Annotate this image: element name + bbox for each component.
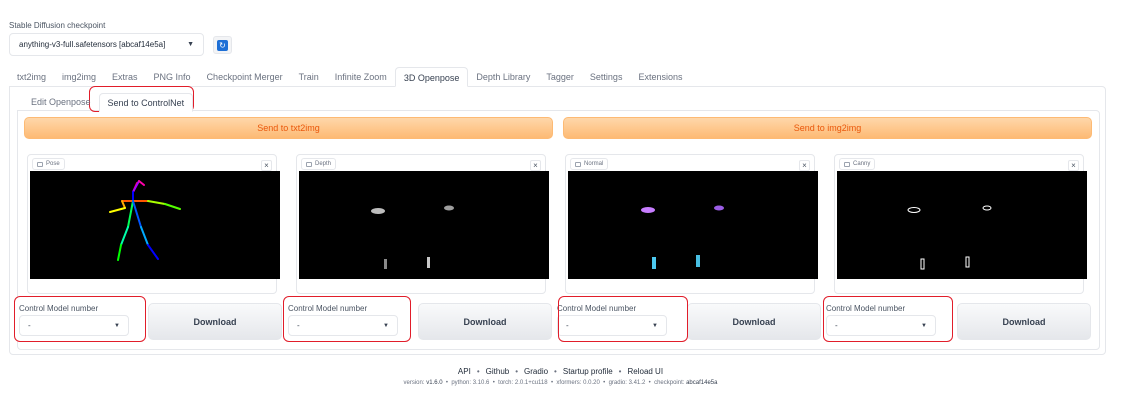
- clear-image-button[interactable]: ×: [530, 160, 541, 171]
- checkpoint-label: Stable Diffusion checkpoint: [9, 21, 106, 30]
- normal-image-badge: Normal: [570, 158, 609, 170]
- checkpoint-value: anything-v3-full.safetensors [abcaf14e5a…: [19, 40, 166, 49]
- tab-3d-openpose[interactable]: 3D Openpose: [394, 67, 469, 87]
- control-model-number-3: Control Model number - ▼: [555, 298, 683, 342]
- control-model-number-4: Control Model number - ▼: [824, 298, 952, 342]
- subtab-edit-openpose[interactable]: Edit Openpose: [23, 93, 99, 112]
- image-icon: [306, 161, 312, 167]
- pose-image-badge: Pose: [32, 158, 65, 170]
- send-to-txt2img-button[interactable]: Send to txt2img: [24, 117, 553, 139]
- control-model-number-1: Control Model number - ▼: [17, 298, 145, 342]
- pose-image-box: Pose ×: [27, 154, 280, 294]
- chevron-down-icon: ▼: [114, 322, 120, 329]
- image-icon: [844, 161, 850, 167]
- refresh-icon: ↻: [217, 39, 228, 51]
- depth-image-box: Depth ×: [296, 154, 549, 294]
- chevron-down-icon: ▼: [187, 41, 194, 48]
- control-model-label: Control Model number: [288, 304, 368, 313]
- footer-link-reload-ui[interactable]: Reload UI: [627, 367, 663, 376]
- chevron-down-icon: ▼: [652, 322, 658, 329]
- depth-image-badge: Depth: [301, 158, 337, 170]
- send-to-img2img-button[interactable]: Send to img2img: [563, 117, 1092, 139]
- openpose-subtabs: Edit Openpose Send to ControlNet: [23, 92, 194, 112]
- canny-image: [837, 171, 1087, 279]
- depth-image: [299, 171, 549, 279]
- normal-image: [568, 171, 818, 279]
- tab-checkpoint-merger[interactable]: Checkpoint Merger: [199, 67, 291, 87]
- tab-train[interactable]: Train: [291, 67, 327, 87]
- footer-link-startup-profile[interactable]: Startup profile: [563, 367, 613, 376]
- main-tabs: txt2img img2img Extras PNG Info Checkpoi…: [9, 66, 690, 87]
- checkpoint-dropdown[interactable]: anything-v3-full.safetensors [abcaf14e5a…: [9, 33, 204, 56]
- subtab-send-to-controlnet[interactable]: Send to ControlNet: [98, 93, 194, 112]
- chevron-down-icon: ▼: [383, 322, 389, 329]
- canny-image-badge: Canny: [839, 158, 876, 170]
- tab-settings[interactable]: Settings: [582, 67, 631, 87]
- chevron-down-icon: ▼: [921, 322, 927, 329]
- tab-tagger[interactable]: Tagger: [538, 67, 582, 87]
- download-normal-button[interactable]: Download: [687, 303, 821, 340]
- control-model-label: Control Model number: [19, 304, 99, 313]
- clear-image-button[interactable]: ×: [799, 160, 810, 171]
- canny-image-box: Canny ×: [834, 154, 1087, 294]
- clear-image-button[interactable]: ×: [261, 160, 272, 171]
- tab-infinite-zoom[interactable]: Infinite Zoom: [327, 67, 395, 87]
- tab-extensions[interactable]: Extensions: [630, 67, 690, 87]
- control-model-number-2: Control Model number - ▼: [286, 298, 414, 342]
- pose-image: [30, 171, 280, 279]
- download-depth-button[interactable]: Download: [418, 303, 552, 340]
- control-model-dropdown[interactable]: - ▼: [826, 315, 936, 336]
- control-model-label: Control Model number: [557, 304, 637, 313]
- tab-depth-library[interactable]: Depth Library: [468, 67, 538, 87]
- normal-image-box: Normal ×: [565, 154, 818, 294]
- control-model-label: Control Model number: [826, 304, 906, 313]
- image-icon: [575, 161, 581, 167]
- footer-links: API • Github • Gradio • Startup profile • Reload…: [457, 367, 664, 376]
- footer-link-github[interactable]: Github: [486, 367, 510, 376]
- tab-txt2img[interactable]: txt2img: [9, 67, 54, 87]
- refresh-checkpoint-button[interactable]: ↻: [213, 36, 232, 54]
- footer-link-gradio[interactable]: Gradio: [524, 367, 548, 376]
- download-pose-button[interactable]: Download: [148, 303, 282, 340]
- control-model-dropdown[interactable]: - ▼: [288, 315, 398, 336]
- tab-extras[interactable]: Extras: [104, 67, 146, 87]
- clear-image-button[interactable]: ×: [1068, 160, 1079, 171]
- footer-version-info: version: v1.6.0 • python: 3.10.6 • torch…: [403, 380, 718, 386]
- tab-img2img[interactable]: img2img: [54, 67, 104, 87]
- control-model-dropdown[interactable]: - ▼: [557, 315, 667, 336]
- control-model-dropdown[interactable]: - ▼: [19, 315, 129, 336]
- image-icon: [37, 161, 43, 167]
- footer-link-api[interactable]: API: [458, 367, 471, 376]
- download-canny-button[interactable]: Download: [957, 303, 1091, 340]
- tab-png-info[interactable]: PNG Info: [146, 67, 199, 87]
